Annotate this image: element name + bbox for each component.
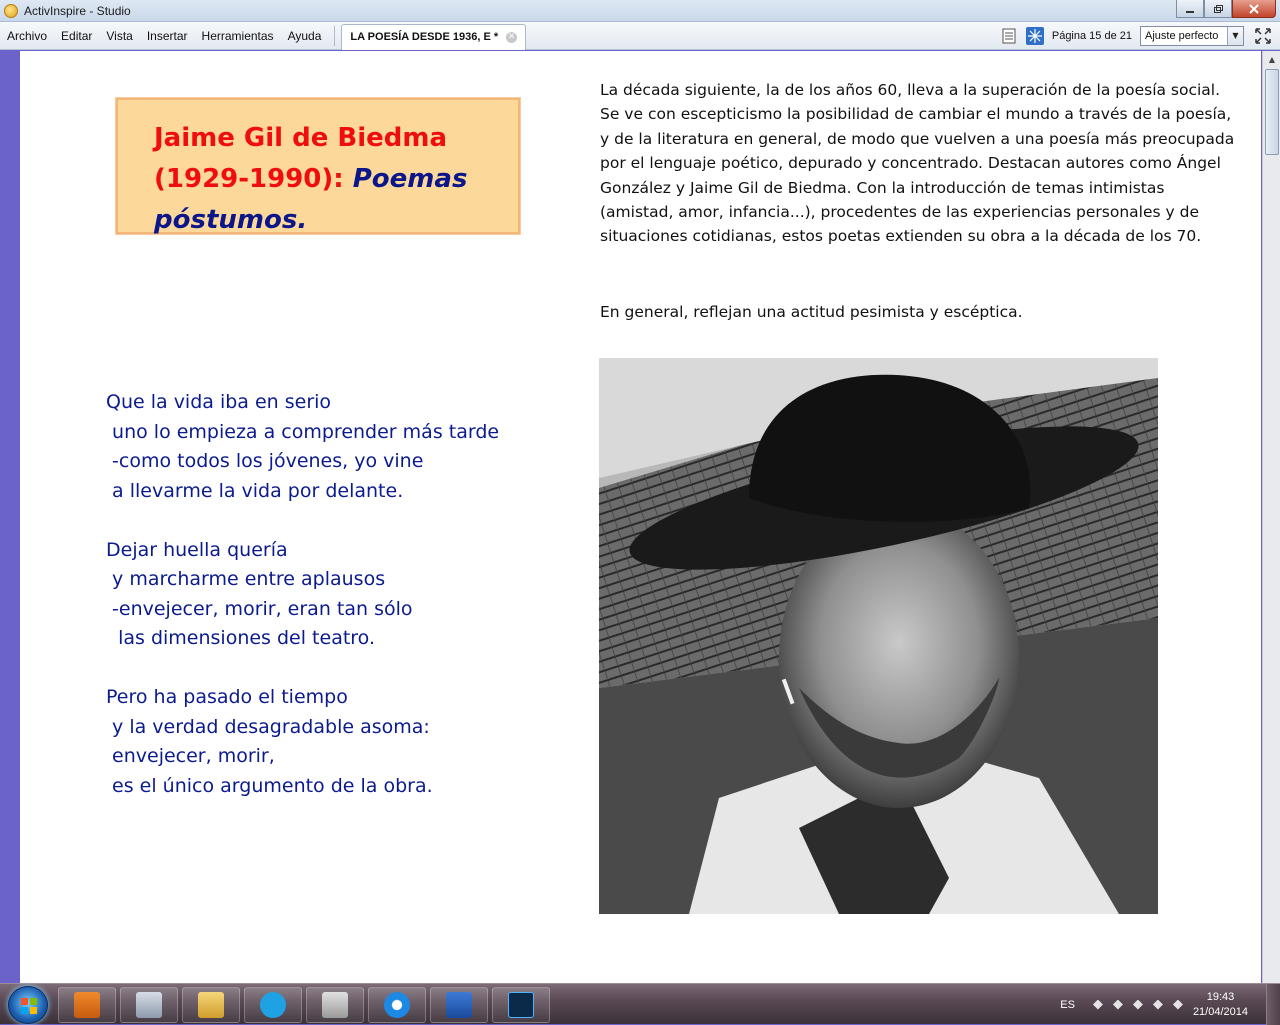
menu-ayuda[interactable]: Ayuda: [281, 25, 329, 47]
minimize-icon: [1186, 10, 1194, 13]
taskbar-internet-explorer[interactable]: [368, 987, 426, 1023]
show-desktop-button[interactable]: [1266, 984, 1280, 1025]
restore-icon: [1214, 4, 1223, 13]
menu-bar: Archivo Editar Vista Insertar Herramient…: [0, 22, 1280, 50]
activinspire-icon: [74, 992, 100, 1018]
tool-icon: [322, 992, 348, 1018]
document-tab[interactable]: LA POESÍA DESDE 1936, E * ✕: [341, 23, 527, 50]
scroll-thumb[interactable]: [1265, 69, 1279, 155]
word-icon: [446, 992, 472, 1018]
snowflake-button[interactable]: [1025, 27, 1044, 45]
conclusion-paragraph[interactable]: En general, reflejan una actitud pesimis…: [600, 303, 1240, 321]
taskbar-calculator[interactable]: [120, 987, 178, 1023]
menu-separator: [334, 25, 336, 46]
dropbox-icon[interactable]: [1172, 999, 1183, 1010]
menu-vista[interactable]: Vista: [99, 25, 139, 47]
internet-explorer-icon: [384, 992, 410, 1018]
clock[interactable]: 19:43 21/04/2014: [1193, 990, 1248, 1020]
close-icon: [1249, 3, 1259, 14]
intro-paragraph[interactable]: La década siguiente, la de los años 60, …: [600, 78, 1240, 249]
chevron-down-icon[interactable]: ▼: [1227, 27, 1243, 45]
close-tab-icon[interactable]: ✕: [506, 31, 518, 43]
windows-logo-icon: [21, 998, 37, 1014]
flipchart-canvas[interactable]: Jaime Gil de Biedma (1929-1990): Poemas …: [20, 51, 1261, 983]
toolbar-right: Página 15 de 21 Ajuste perfecto ▼: [1000, 22, 1280, 50]
show-hidden-icons-icon[interactable]: [1092, 999, 1103, 1010]
vertical-scrollbar[interactable]: ▲: [1262, 51, 1280, 983]
maximize-button[interactable]: [1204, 0, 1232, 18]
author-photo[interactable]: [599, 358, 1158, 914]
flag-icon[interactable]: [1112, 999, 1123, 1010]
window-controls: [1176, 0, 1276, 18]
taskbar-photoshop[interactable]: [492, 987, 550, 1023]
taskbar: ES 19:43 21/04/2014: [0, 983, 1280, 1025]
window-title: ActivInspire - Studio: [24, 3, 131, 18]
minimize-button[interactable]: [1176, 0, 1204, 18]
taskbar-skype[interactable]: [244, 987, 302, 1023]
scroll-up-icon[interactable]: ▲: [1263, 51, 1280, 68]
taskbar-explorer[interactable]: [182, 987, 240, 1023]
title-box[interactable]: Jaime Gil de Biedma (1929-1990): Poemas …: [116, 98, 520, 235]
title-dates: (1929-1990):: [154, 164, 344, 194]
clock-date: 21/04/2014: [1192, 1005, 1248, 1018]
menu-insertar[interactable]: Insertar: [140, 25, 195, 47]
skype-icon: [260, 992, 286, 1018]
expand-icon: [1255, 28, 1271, 44]
taskbar-tool[interactable]: [306, 987, 364, 1023]
author-photo-image: [599, 358, 1158, 914]
volume-icon[interactable]: [1152, 999, 1163, 1010]
taskbar-activinspire[interactable]: [58, 987, 116, 1023]
poem-text[interactable]: Que la vida iba en serio uno lo empieza …: [106, 388, 576, 801]
page-browser-button[interactable]: [1000, 27, 1018, 45]
title-author: Jaime Gil de Biedma: [154, 123, 448, 153]
clock-time: 19:43: [1206, 990, 1235, 1003]
language-indicator[interactable]: ES: [1060, 999, 1075, 1011]
zoom-select[interactable]: Ajuste perfecto ▼: [1140, 26, 1244, 46]
menu-editar[interactable]: Editar: [54, 25, 99, 47]
network-icon[interactable]: [1132, 999, 1143, 1010]
folder-icon: [198, 992, 224, 1018]
taskbar-word[interactable]: [430, 987, 488, 1023]
slide-title: Jaime Gil de Biedma (1929-1990): Poemas …: [154, 118, 494, 241]
photoshop-icon: [508, 992, 534, 1018]
fullscreen-button[interactable]: [1254, 27, 1272, 45]
start-button[interactable]: [8, 986, 48, 1024]
menu-herramientas[interactable]: Herramientas: [195, 25, 281, 47]
title-bar: ActivInspire - Studio: [0, 0, 1280, 22]
close-button[interactable]: [1232, 0, 1276, 18]
zoom-value: Ajuste perfecto: [1145, 30, 1219, 42]
system-tray: ES 19:43 21/04/2014: [1060, 984, 1280, 1025]
document-tab-label: LA POESÍA DESDE 1936, E *: [350, 31, 499, 43]
activinspire-app-icon: [4, 3, 18, 18]
page-browser-icon: [1002, 28, 1016, 44]
page-indicator: Página 15 de 21: [1051, 30, 1132, 42]
calculator-icon: [136, 992, 162, 1018]
menu-archivo[interactable]: Archivo: [0, 25, 54, 47]
snowflake-icon: [1025, 27, 1044, 45]
